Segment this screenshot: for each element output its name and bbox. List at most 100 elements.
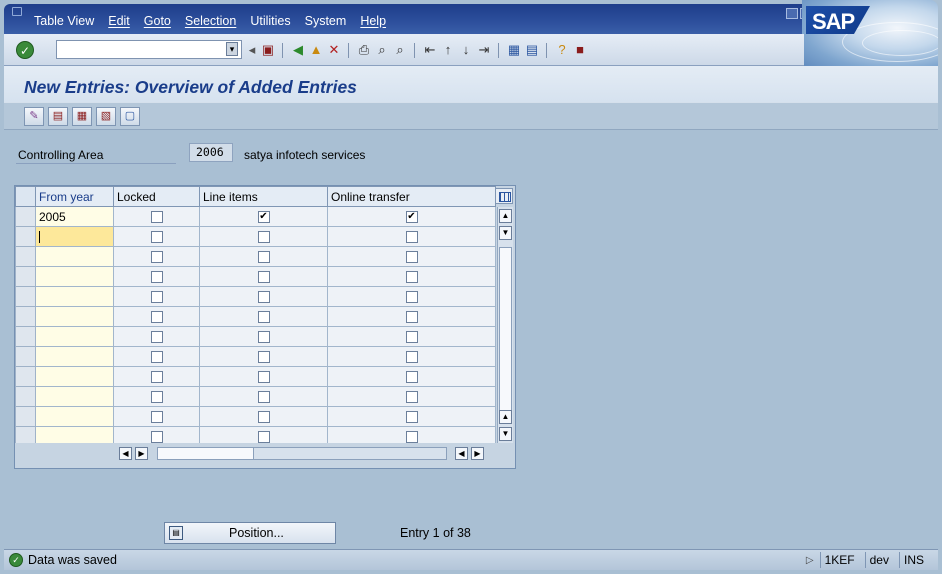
row-selector[interactable] bbox=[15, 346, 36, 367]
from-year-cell[interactable] bbox=[35, 286, 114, 307]
scroll-down-icon[interactable]: ▼ bbox=[499, 226, 512, 240]
system-menu-icon[interactable] bbox=[12, 7, 22, 16]
from-year-cell[interactable] bbox=[35, 246, 114, 267]
line-items-checkbox[interactable] bbox=[257, 351, 270, 364]
from-year-cell[interactable] bbox=[35, 406, 114, 427]
menu-utilities[interactable]: Utilities bbox=[250, 14, 290, 28]
find-icon[interactable]: ⌕ bbox=[374, 42, 390, 58]
online-transfer-checkbox[interactable] bbox=[405, 251, 418, 264]
locked-checkbox[interactable] bbox=[150, 391, 163, 404]
row-selector[interactable] bbox=[15, 206, 36, 227]
online-transfer-checkbox[interactable]: ✔ bbox=[405, 211, 418, 224]
command-history-button[interactable]: ▾ bbox=[226, 42, 238, 56]
back-arrow-icon[interactable]: ◀ bbox=[290, 42, 306, 58]
line-items-checkbox[interactable]: ✔ bbox=[257, 211, 270, 224]
online-transfer-checkbox[interactable] bbox=[405, 411, 418, 424]
online-transfer-checkbox[interactable] bbox=[405, 311, 418, 324]
line-items-checkbox[interactable] bbox=[257, 251, 270, 264]
online-transfer-checkbox[interactable] bbox=[405, 351, 418, 364]
from-year-cell[interactable] bbox=[35, 306, 114, 327]
select-block-icon[interactable]: ▧ bbox=[96, 107, 116, 126]
locked-checkbox[interactable] bbox=[150, 291, 163, 304]
create-session-icon[interactable]: ▦ bbox=[506, 42, 522, 58]
online-transfer-checkbox[interactable] bbox=[405, 291, 418, 304]
page-down-icon[interactable]: ▼ bbox=[499, 427, 512, 441]
save-icon[interactable]: ▣ bbox=[260, 42, 276, 58]
locked-checkbox[interactable] bbox=[150, 211, 163, 224]
menu-edit[interactable]: Edit bbox=[108, 14, 130, 28]
online-transfer-checkbox[interactable] bbox=[405, 331, 418, 344]
row-selector[interactable] bbox=[15, 386, 36, 407]
column-header-locked[interactable]: Locked bbox=[113, 186, 200, 207]
locked-checkbox[interactable] bbox=[150, 231, 163, 244]
online-transfer-checkbox[interactable] bbox=[405, 271, 418, 284]
line-items-checkbox[interactable] bbox=[257, 291, 270, 304]
enter-icon[interactable]: ✓ bbox=[16, 41, 34, 59]
layout-icon[interactable]: ■ bbox=[572, 42, 588, 58]
exit-icon[interactable]: ▲ bbox=[308, 42, 324, 58]
from-year-cell[interactable] bbox=[35, 386, 114, 407]
from-year-cell[interactable] bbox=[35, 266, 114, 287]
locked-checkbox[interactable] bbox=[150, 271, 163, 284]
row-selector[interactable] bbox=[15, 366, 36, 387]
line-items-checkbox[interactable] bbox=[257, 411, 270, 424]
menu-goto[interactable]: Goto bbox=[144, 14, 171, 28]
vertical-scrollbar[interactable]: ▲ ▼ ▲ ▼ bbox=[497, 207, 513, 443]
from-year-cell[interactable] bbox=[35, 326, 114, 347]
expand-status-icon[interactable]: ▷ bbox=[806, 555, 814, 566]
menu-selection[interactable]: Selection bbox=[185, 14, 236, 28]
online-transfer-checkbox[interactable] bbox=[405, 391, 418, 404]
horizontal-scroll-thumb[interactable] bbox=[158, 448, 254, 459]
minimize-button[interactable] bbox=[786, 8, 798, 19]
help-icon[interactable]: ? bbox=[554, 42, 570, 58]
line-items-checkbox[interactable] bbox=[257, 231, 270, 244]
row-selector[interactable] bbox=[15, 406, 36, 427]
online-transfer-checkbox[interactable] bbox=[405, 431, 418, 444]
page-up-icon[interactable]: ▲ bbox=[499, 410, 512, 424]
scroll-right-icon[interactable]: ▶ bbox=[135, 447, 148, 460]
shortcut-icon[interactable]: ▤ bbox=[524, 42, 540, 58]
row-selector[interactable] bbox=[15, 246, 36, 267]
menu-table-view[interactable]: Table View bbox=[34, 14, 94, 28]
locked-checkbox[interactable] bbox=[150, 251, 163, 264]
column-header-online-transfer[interactable]: Online transfer bbox=[327, 186, 496, 207]
locked-checkbox[interactable] bbox=[150, 371, 163, 384]
locked-checkbox[interactable] bbox=[150, 351, 163, 364]
locked-checkbox[interactable] bbox=[150, 411, 163, 424]
menu-help[interactable]: Help bbox=[360, 14, 386, 28]
last-page-icon[interactable]: ⇥ bbox=[476, 42, 492, 58]
locked-checkbox[interactable] bbox=[150, 311, 163, 324]
line-items-checkbox[interactable] bbox=[257, 271, 270, 284]
line-items-checkbox[interactable] bbox=[257, 311, 270, 324]
line-items-checkbox[interactable] bbox=[257, 331, 270, 344]
scroll-left-icon[interactable]: ◀ bbox=[119, 447, 132, 460]
scroll-right-icon[interactable]: ▶ bbox=[471, 447, 484, 460]
from-year-cell[interactable] bbox=[35, 226, 114, 247]
command-field[interactable] bbox=[56, 40, 242, 59]
scroll-up-icon[interactable]: ▲ bbox=[499, 209, 512, 223]
row-selector[interactable] bbox=[15, 286, 36, 307]
row-selector[interactable] bbox=[15, 326, 36, 347]
from-year-cell[interactable] bbox=[35, 366, 114, 387]
locked-checkbox[interactable] bbox=[150, 431, 163, 444]
online-transfer-checkbox[interactable] bbox=[405, 231, 418, 244]
back-small-icon[interactable]: ◂ bbox=[244, 42, 260, 58]
row-selector[interactable] bbox=[15, 306, 36, 327]
cancel-icon[interactable]: ✕ bbox=[326, 42, 342, 58]
line-items-checkbox[interactable] bbox=[257, 391, 270, 404]
row-selector[interactable] bbox=[15, 226, 36, 247]
change-display-icon[interactable]: ✎ bbox=[24, 107, 44, 126]
next-page-icon[interactable]: ↓ bbox=[458, 42, 474, 58]
previous-page-icon[interactable]: ↑ bbox=[440, 42, 456, 58]
vertical-scroll-thumb[interactable] bbox=[499, 247, 512, 415]
from-year-cell[interactable]: 2005 bbox=[35, 206, 114, 227]
table-settings-icon[interactable] bbox=[495, 188, 513, 204]
save-entries-icon[interactable]: ▤ bbox=[48, 107, 68, 126]
position-button[interactable]: ▤ Position... bbox=[164, 522, 336, 544]
from-year-cell[interactable] bbox=[35, 346, 114, 367]
select-all-icon[interactable]: ▦ bbox=[72, 107, 92, 126]
scroll-left-icon[interactable]: ◀ bbox=[455, 447, 468, 460]
find-next-icon[interactable]: ⌕ bbox=[392, 42, 408, 58]
print-icon[interactable]: ⎙ bbox=[356, 42, 372, 58]
column-header-line-items[interactable]: Line items bbox=[199, 186, 328, 207]
